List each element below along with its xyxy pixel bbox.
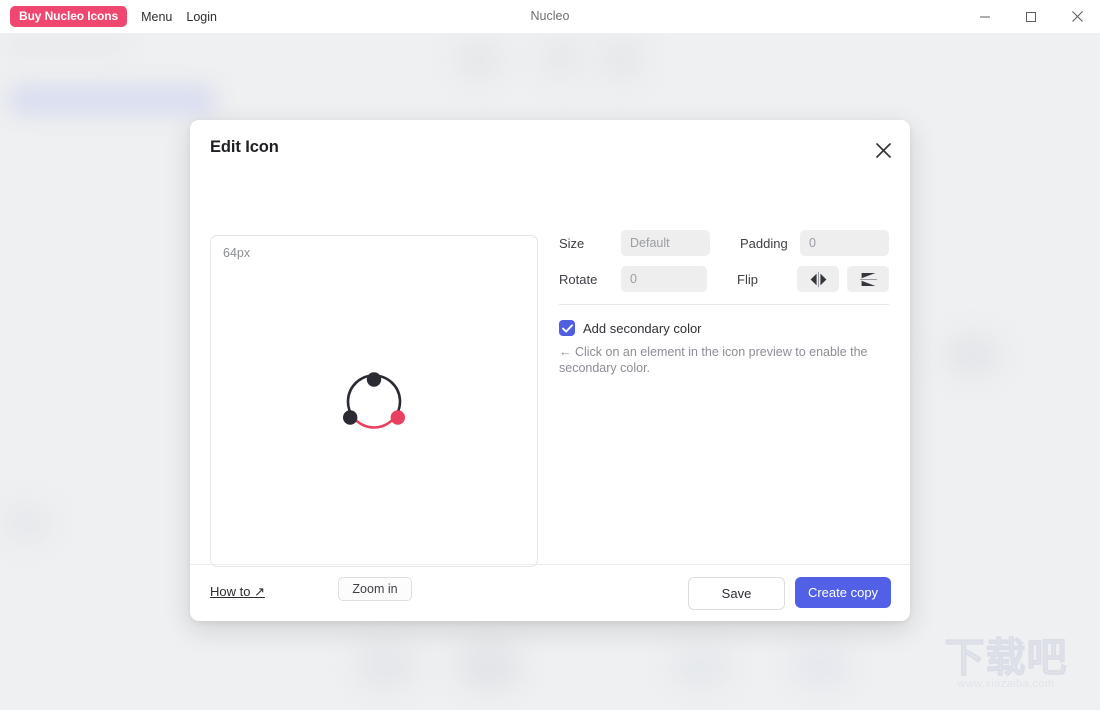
flip-horizontal-icon xyxy=(809,271,828,288)
flip-label: Flip xyxy=(737,272,797,287)
edit-icon-dialog: Edit Icon 64px Zo xyxy=(190,120,910,621)
close-icon xyxy=(1071,10,1084,23)
icon-node-left[interactable] xyxy=(343,410,357,424)
flip-horizontal-button[interactable] xyxy=(797,266,839,292)
check-icon xyxy=(562,324,573,333)
watermark-text: 下载吧 xyxy=(926,636,1086,680)
dialog-footer: How to ↗ Save Create copy xyxy=(190,564,910,621)
rotate-flip-row: Rotate 0 Flip xyxy=(559,266,889,292)
minimize-icon xyxy=(979,11,991,23)
close-button[interactable] xyxy=(1054,0,1100,33)
footer-button-group: Save Create copy xyxy=(688,577,891,610)
backdrop-blob xyxy=(600,37,644,81)
padding-label: Padding xyxy=(740,236,800,251)
secondary-color-row[interactable]: Add secondary color xyxy=(559,320,889,336)
maximize-button[interactable] xyxy=(1008,0,1054,33)
network-nodes-icon[interactable] xyxy=(342,369,406,433)
rotate-label: Rotate xyxy=(559,272,621,287)
close-icon xyxy=(875,142,892,159)
padding-input[interactable]: 0 xyxy=(800,230,889,256)
backdrop-blob xyxy=(945,333,1001,377)
dialog-title: Edit Icon xyxy=(210,138,279,157)
flip-vertical-icon xyxy=(859,271,878,288)
dialog-body: 64px Zoom in Size Default Padding xyxy=(190,180,910,565)
watermark: 下载吧 www.xiazaiba.com xyxy=(926,636,1086,702)
backdrop-blob xyxy=(0,503,52,543)
backdrop-blob xyxy=(455,37,503,81)
backdrop-blob xyxy=(455,641,523,691)
dialog-header: Edit Icon xyxy=(190,120,910,180)
backdrop-blob xyxy=(8,85,216,115)
secondary-color-checkbox[interactable] xyxy=(559,320,575,336)
options-divider xyxy=(559,304,889,305)
backdrop-blob xyxy=(670,645,732,689)
icon-preview-canvas[interactable]: 64px xyxy=(210,235,538,567)
rotate-input[interactable]: 0 xyxy=(621,266,707,292)
dialog-close-button[interactable] xyxy=(869,136,897,164)
backdrop-blob xyxy=(6,41,126,51)
minimize-button[interactable] xyxy=(962,0,1008,33)
icon-secondary-arc[interactable] xyxy=(354,418,395,428)
backdrop-blob xyxy=(355,643,417,689)
flip-vertical-button[interactable] xyxy=(847,266,889,292)
secondary-color-label: Add secondary color xyxy=(583,321,702,336)
titlebar: Buy Nucleo Icons Menu Login Nucleo xyxy=(0,0,1100,33)
icon-node-right[interactable] xyxy=(391,410,405,424)
secondary-color-hint: ← Click on an element in the icon previe… xyxy=(559,344,884,376)
icon-node-top[interactable] xyxy=(367,372,381,386)
backdrop-blob xyxy=(540,35,582,81)
maximize-icon xyxy=(1025,11,1037,23)
flip-button-group xyxy=(797,266,889,292)
how-to-link[interactable]: How to ↗ xyxy=(210,584,265,600)
size-padding-row: Size Default Padding 0 xyxy=(559,230,889,256)
icon-options-column: Size Default Padding 0 Rotate 0 Flip xyxy=(559,230,889,376)
window-controls xyxy=(962,0,1100,33)
window-title: Nucleo xyxy=(0,9,1100,23)
backdrop-blob xyxy=(790,645,852,689)
icon-preview-column: 64px Zoom in xyxy=(210,235,540,601)
size-label: Size xyxy=(559,236,621,251)
preview-size-label: 64px xyxy=(223,246,250,260)
save-button[interactable]: Save xyxy=(688,577,785,610)
create-copy-button[interactable]: Create copy xyxy=(795,577,891,608)
size-input[interactable]: Default xyxy=(621,230,710,256)
